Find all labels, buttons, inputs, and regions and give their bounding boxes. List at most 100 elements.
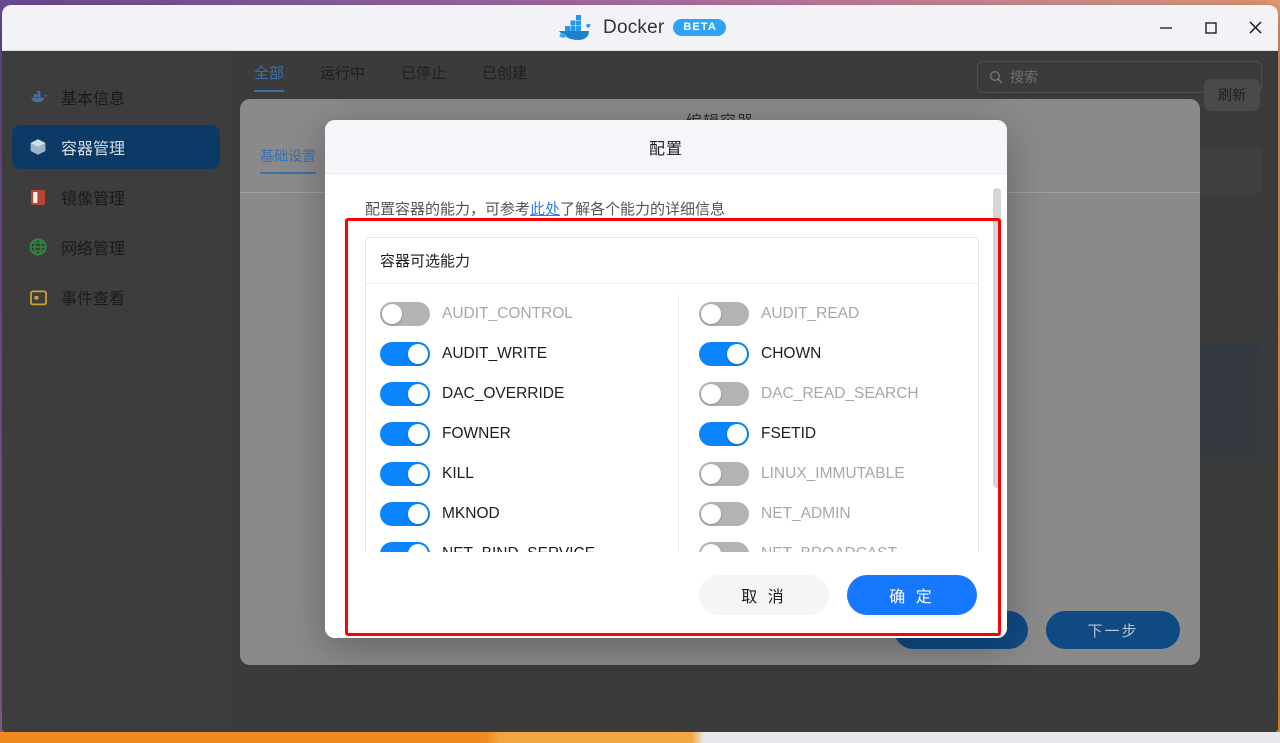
toggle-knob <box>408 544 428 552</box>
dialog-body: 配置容器的能力，可参考此处了解各个能力的详细信息 容器可选能力 AUDIT_CO… <box>325 174 1007 552</box>
tab-all[interactable]: 全部 <box>254 62 284 92</box>
capability-toggle-fsetid[interactable] <box>699 422 749 446</box>
capability-label: AUDIT_WRITE <box>442 345 547 363</box>
cancel-button[interactable]: 取 消 <box>699 575 829 615</box>
capability-row[interactable]: KILL <box>380 454 664 494</box>
capability-toggle-audit-control[interactable] <box>380 302 430 326</box>
sidebar-item-event-viewer[interactable]: 事件查看 <box>12 275 220 319</box>
capability-row[interactable]: FOWNER <box>380 414 664 454</box>
capability-row[interactable]: NET_BIND_SERVICE <box>380 534 664 552</box>
beta-badge: BETA <box>673 19 726 36</box>
capability-toggle-net-admin[interactable] <box>699 502 749 526</box>
dialog-title: 配置 <box>649 135 683 159</box>
capability-toggle-dac-read-search[interactable] <box>699 382 749 406</box>
capability-row[interactable]: NET_ADMIN <box>699 494 978 534</box>
tab-label: 已创建 <box>482 65 527 82</box>
search-icon <box>989 70 1003 84</box>
tab-label: 全部 <box>254 65 284 82</box>
capability-toggle-net-broadcast[interactable] <box>699 542 749 552</box>
tab-label: 已停止 <box>401 65 446 82</box>
capability-config-dialog: 配置 配置容器的能力，可参考此处了解各个能力的详细信息 容器可选能力 AUDIT… <box>325 120 1007 638</box>
toggle-knob <box>701 504 721 524</box>
sidebar-item-label: 基本信息 <box>61 85 125 109</box>
minimize-icon <box>1159 21 1173 35</box>
dialog-footer: 取 消 确 定 <box>325 552 1007 638</box>
toggle-knob <box>701 544 721 552</box>
sidebar-item-label: 网络管理 <box>61 235 125 259</box>
capability-row[interactable]: DAC_OVERRIDE <box>380 374 664 414</box>
next-step-button[interactable]: 下一步 <box>1046 611 1180 649</box>
capability-docs-link[interactable]: 此处 <box>530 201 560 218</box>
toggle-knob <box>408 504 428 524</box>
capability-row[interactable]: NET_BROADCAST <box>699 534 978 552</box>
capabilities-card: 容器可选能力 AUDIT_CONTROL AUDIT_WRITE DAC_OVERR… <box>365 237 979 552</box>
capability-row[interactable]: FSETID <box>699 414 978 454</box>
capability-toggle-chown[interactable] <box>699 342 749 366</box>
toggle-knob <box>408 344 428 364</box>
close-button[interactable] <box>1233 5 1278 50</box>
sidebar: 基本信息 容器管理 <box>2 51 230 732</box>
capability-label: LINUX_IMMUTABLE <box>761 465 905 483</box>
minimize-button[interactable] <box>1143 5 1188 50</box>
app-brand: Docker BETA <box>554 15 726 41</box>
toggle-knob <box>727 424 747 444</box>
description-after: 了解各个能力的详细信息 <box>560 201 725 218</box>
capability-label: NET_BIND_SERVICE <box>442 545 595 552</box>
tab-created[interactable]: 已创建 <box>482 62 527 92</box>
capability-toggle-dac-override[interactable] <box>380 382 430 406</box>
capability-label: NET_ADMIN <box>761 505 851 523</box>
screen: Docker BETA <box>0 0 1280 743</box>
capabilities-section-title: 容器可选能力 <box>366 238 978 284</box>
capability-toggle-linux-immutable[interactable] <box>699 462 749 486</box>
maximize-button[interactable] <box>1188 5 1233 50</box>
capability-toggle-audit-write[interactable] <box>380 342 430 366</box>
calendar-icon <box>28 287 48 307</box>
tab-stopped[interactable]: 已停止 <box>401 62 446 92</box>
capability-toggle-kill[interactable] <box>380 462 430 486</box>
toggle-knob <box>408 464 428 484</box>
taskbar <box>0 732 1280 743</box>
capability-row[interactable]: AUDIT_CONTROL <box>380 294 664 334</box>
title-bar: Docker BETA <box>2 5 1278 51</box>
refresh-button[interactable]: 刷新 <box>1204 79 1260 111</box>
content-toolbar: 全部 运行中 已停止 已创建 <box>230 51 1278 103</box>
capability-row[interactable]: AUDIT_READ <box>699 294 978 334</box>
dialog-description: 配置容器的能力，可参考此处了解各个能力的详细信息 <box>365 198 979 219</box>
sidebar-item-image-management[interactable]: 镜像管理 <box>12 175 220 219</box>
tab-basic-settings[interactable]: 基础设置 <box>260 146 316 174</box>
toggle-knob <box>701 464 721 484</box>
capability-toggle-net-bind-service[interactable] <box>380 542 430 552</box>
dialog-scrollbar[interactable] <box>993 188 1001 488</box>
image-layers-icon <box>28 187 48 207</box>
capability-toggle-audit-read[interactable] <box>699 302 749 326</box>
capability-toggle-fowner[interactable] <box>380 422 430 446</box>
capability-row[interactable]: DAC_READ_SEARCH <box>699 374 978 414</box>
capabilities-column-right: AUDIT_READ CHOWN DAC_READ_SEARCH FSETID LINU… <box>679 294 978 552</box>
container-box-icon <box>28 137 48 157</box>
capability-label: CHOWN <box>761 345 821 363</box>
tab-label: 运行中 <box>320 65 365 82</box>
capability-label: FSETID <box>761 425 816 443</box>
capability-label: AUDIT_READ <box>761 305 859 323</box>
sidebar-item-network-management[interactable]: 网络管理 <box>12 225 220 269</box>
capability-row[interactable]: MKNOD <box>380 494 664 534</box>
docker-whale-icon <box>554 15 594 41</box>
whale-icon <box>28 87 48 107</box>
app-title: Docker <box>603 17 664 39</box>
confirm-button[interactable]: 确 定 <box>847 575 977 615</box>
capability-label: FOWNER <box>442 425 511 443</box>
capability-row[interactable]: CHOWN <box>699 334 978 374</box>
capability-label: AUDIT_CONTROL <box>442 305 573 323</box>
capability-label: DAC_OVERRIDE <box>442 385 564 403</box>
toggle-knob <box>408 384 428 404</box>
tab-running[interactable]: 运行中 <box>320 62 365 92</box>
status-filter-tabs: 全部 运行中 已停止 已创建 <box>254 62 527 92</box>
sidebar-item-label: 容器管理 <box>61 135 125 159</box>
capability-toggle-mknod[interactable] <box>380 502 430 526</box>
capability-row[interactable]: LINUX_IMMUTABLE <box>699 454 978 494</box>
toggle-knob <box>382 304 402 324</box>
sidebar-item-container-management[interactable]: 容器管理 <box>12 125 220 169</box>
capability-row[interactable]: AUDIT_WRITE <box>380 334 664 374</box>
sidebar-item-basic-info[interactable]: 基本信息 <box>12 75 220 119</box>
toggle-knob <box>701 304 721 324</box>
